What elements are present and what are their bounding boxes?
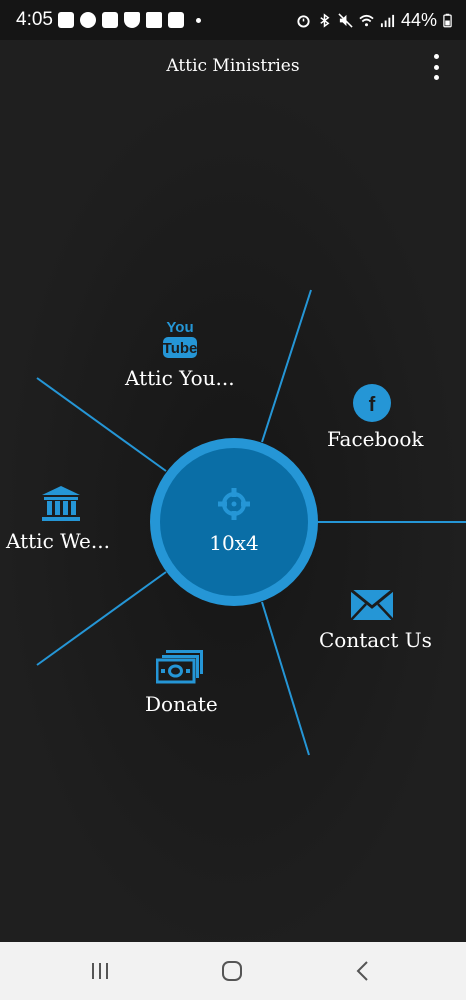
menu-label: Facebook xyxy=(327,427,424,451)
menu-item-attic-website[interactable]: Attic We... xyxy=(4,484,114,558)
back-button[interactable] xyxy=(343,958,383,984)
hub-button[interactable] xyxy=(160,448,308,596)
svg-text:f: f xyxy=(369,394,376,416)
menu-item-youtube[interactable]: You Tube Attic You... xyxy=(120,316,240,392)
menu-label: Donate xyxy=(145,692,218,716)
spoke-line xyxy=(261,601,310,756)
facebook-icon: f xyxy=(353,384,391,422)
svg-text:Tube: Tube xyxy=(163,340,197,357)
hub-label: 10x4 xyxy=(209,531,259,555)
recent-apps-button[interactable] xyxy=(80,958,120,984)
home-button[interactable] xyxy=(212,958,252,984)
bank-icon xyxy=(42,486,80,521)
menu-item-facebook[interactable]: f Facebook xyxy=(322,382,426,458)
menu-label: Attic You... xyxy=(125,366,235,390)
svg-text:You: You xyxy=(166,319,193,336)
spoke-line xyxy=(261,289,312,443)
youtube-icon: You Tube xyxy=(163,319,197,358)
money-icon xyxy=(156,650,203,684)
envelope-icon xyxy=(351,590,393,620)
menu-label: Attic We... xyxy=(6,529,110,553)
app-screen: 4:05 44% Attic Ministries 10x4 You Tube … xyxy=(0,0,466,1000)
crosshair-icon xyxy=(218,488,250,520)
menu-item-donate[interactable]: Donate xyxy=(140,650,220,718)
menu-label: Contact Us xyxy=(319,628,432,652)
system-nav-bar xyxy=(0,942,466,1000)
menu-item-contact-us[interactable]: Contact Us xyxy=(316,588,432,658)
